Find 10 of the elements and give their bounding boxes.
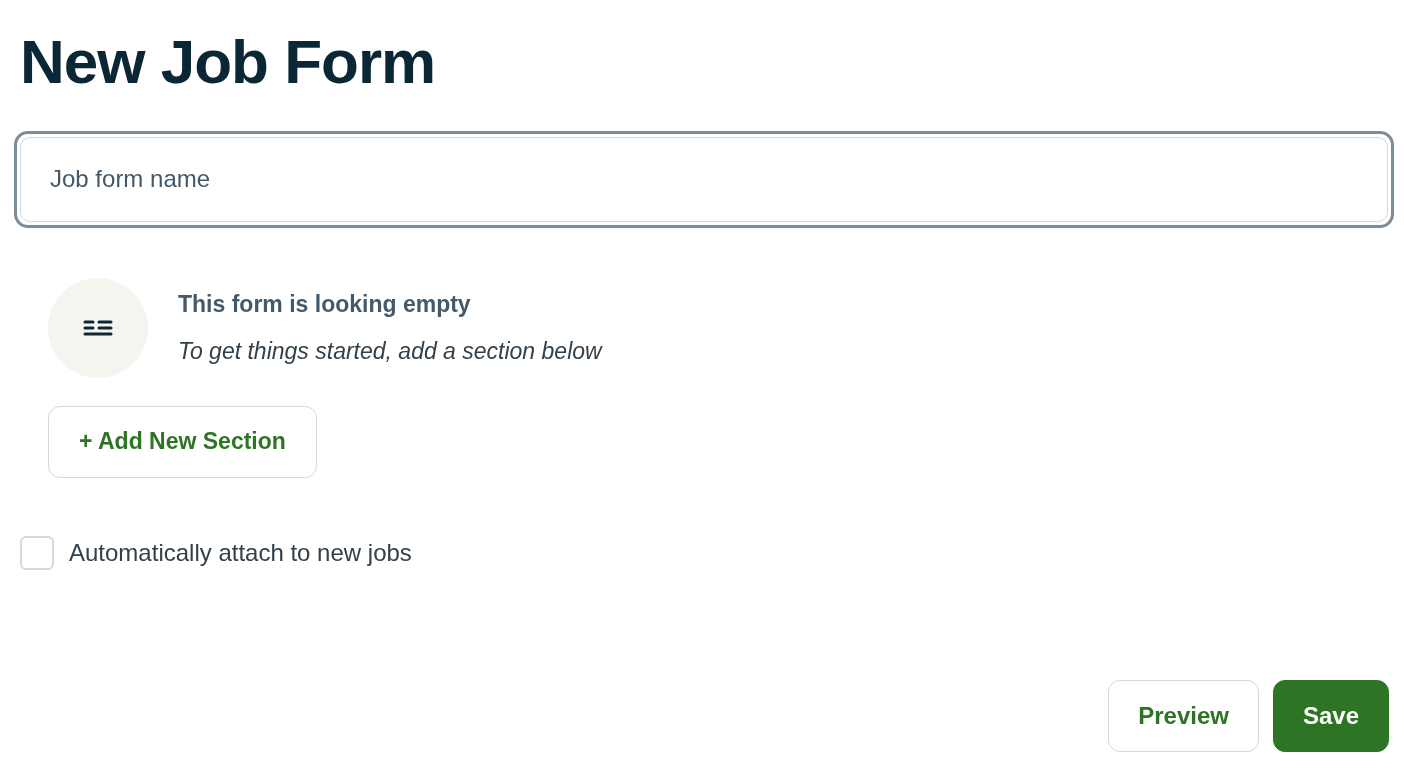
- job-form-name-field[interactable]: Job form name: [14, 130, 1394, 228]
- preview-button[interactable]: Preview: [1108, 680, 1259, 752]
- empty-heading: This form is looking empty: [178, 290, 472, 318]
- checkbox[interactable]: [20, 535, 54, 570]
- page-title: New Job Form: [20, 26, 437, 98]
- empty-hint: To get things started, add a section below: [178, 337, 602, 365]
- save-button[interactable]: Save: [1272, 680, 1389, 752]
- add-section-button[interactable]: + Add New Section: [48, 405, 317, 478]
- checkbox-label: Automatically attach to new jobs: [69, 538, 412, 567]
- lines-icon: [83, 318, 113, 337]
